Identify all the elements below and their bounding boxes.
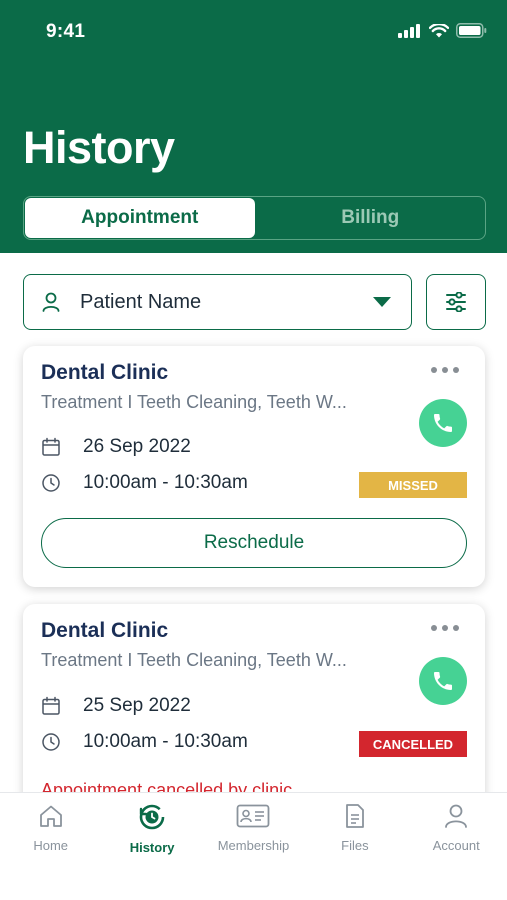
clinic-name: Dental Clinic: [41, 619, 169, 642]
header: 9:41 History Appointment Billing: [0, 0, 507, 253]
nav-label: Files: [341, 838, 369, 853]
treatment-text: Treatment I Teeth Cleaning, Teeth W...: [41, 392, 347, 412]
nav-files[interactable]: Files: [304, 793, 405, 900]
membership-card-icon: [237, 804, 270, 828]
filter-button[interactable]: [426, 274, 486, 330]
time-row: 10:00am - 10:30am: [41, 472, 248, 494]
clock-icon: [42, 733, 60, 751]
wifi-icon: [429, 23, 449, 37]
patient-select-dropdown[interactable]: Patient Name: [23, 274, 412, 330]
status-icons: [398, 23, 487, 38]
tab-appointment[interactable]: Appointment: [25, 198, 255, 238]
appointment-date: 26 Sep 2022: [83, 436, 191, 457]
nav-label: History: [129, 840, 175, 855]
segmented-tabs: Appointment Billing: [23, 196, 486, 240]
file-icon: [345, 804, 364, 828]
nav-history[interactable]: History: [101, 793, 202, 900]
date-row: 25 Sep 2022: [41, 695, 191, 717]
reschedule-button[interactable]: Reschedule: [41, 518, 467, 568]
phone-icon: [434, 414, 452, 432]
phone-icon: [434, 672, 452, 690]
nav-membership[interactable]: Membership: [203, 793, 304, 900]
person-icon: [42, 292, 60, 312]
nav-label: Account: [432, 838, 480, 853]
nav-home[interactable]: Home: [0, 793, 101, 900]
appointment-time: 10:00am - 10:30am: [83, 731, 248, 752]
treatment-text: Treatment I Teeth Cleaning, Teeth W...: [41, 650, 347, 670]
clinic-name: Dental Clinic: [41, 361, 169, 384]
sliders-icon: [446, 292, 466, 312]
nav-label: Membership: [217, 838, 290, 853]
chevron-down-icon: [373, 297, 391, 307]
clock-icon: [42, 474, 60, 492]
status-bar: 9:41: [0, 0, 507, 62]
status-badge: MISSED: [359, 472, 467, 498]
appointment-card[interactable]: Dental Clinic Treatment I Teeth Cleaning…: [23, 604, 485, 824]
battery-icon: [456, 23, 487, 38]
nav-label: Home: [33, 838, 69, 853]
tab-billing[interactable]: Billing: [256, 197, 486, 239]
call-button[interactable]: [419, 657, 467, 705]
page-title: History: [23, 122, 175, 173]
bottom-nav: Home History Membership Files Account: [0, 792, 507, 900]
home-icon: [39, 805, 62, 827]
calendar-icon: [42, 437, 60, 456]
appointment-time: 10:00am - 10:30am: [83, 472, 248, 493]
nav-account[interactable]: Account: [406, 793, 507, 900]
cellular-signal-icon: [398, 23, 420, 38]
status-badge: CANCELLED: [359, 731, 467, 757]
date-row: 26 Sep 2022: [41, 436, 191, 458]
appointment-date: 25 Sep 2022: [83, 695, 191, 716]
history-icon: [139, 804, 165, 830]
patient-select-value: Patient Name: [80, 290, 202, 313]
time-row: 10:00am - 10:30am: [41, 731, 248, 753]
user-icon: [445, 804, 468, 828]
more-options-icon[interactable]: [431, 367, 459, 373]
appointment-card[interactable]: Dental Clinic Treatment I Teeth Cleaning…: [23, 346, 485, 587]
calendar-icon: [42, 696, 60, 715]
more-options-icon[interactable]: [431, 625, 459, 631]
status-time: 9:41: [46, 21, 86, 42]
call-button[interactable]: [419, 399, 467, 447]
